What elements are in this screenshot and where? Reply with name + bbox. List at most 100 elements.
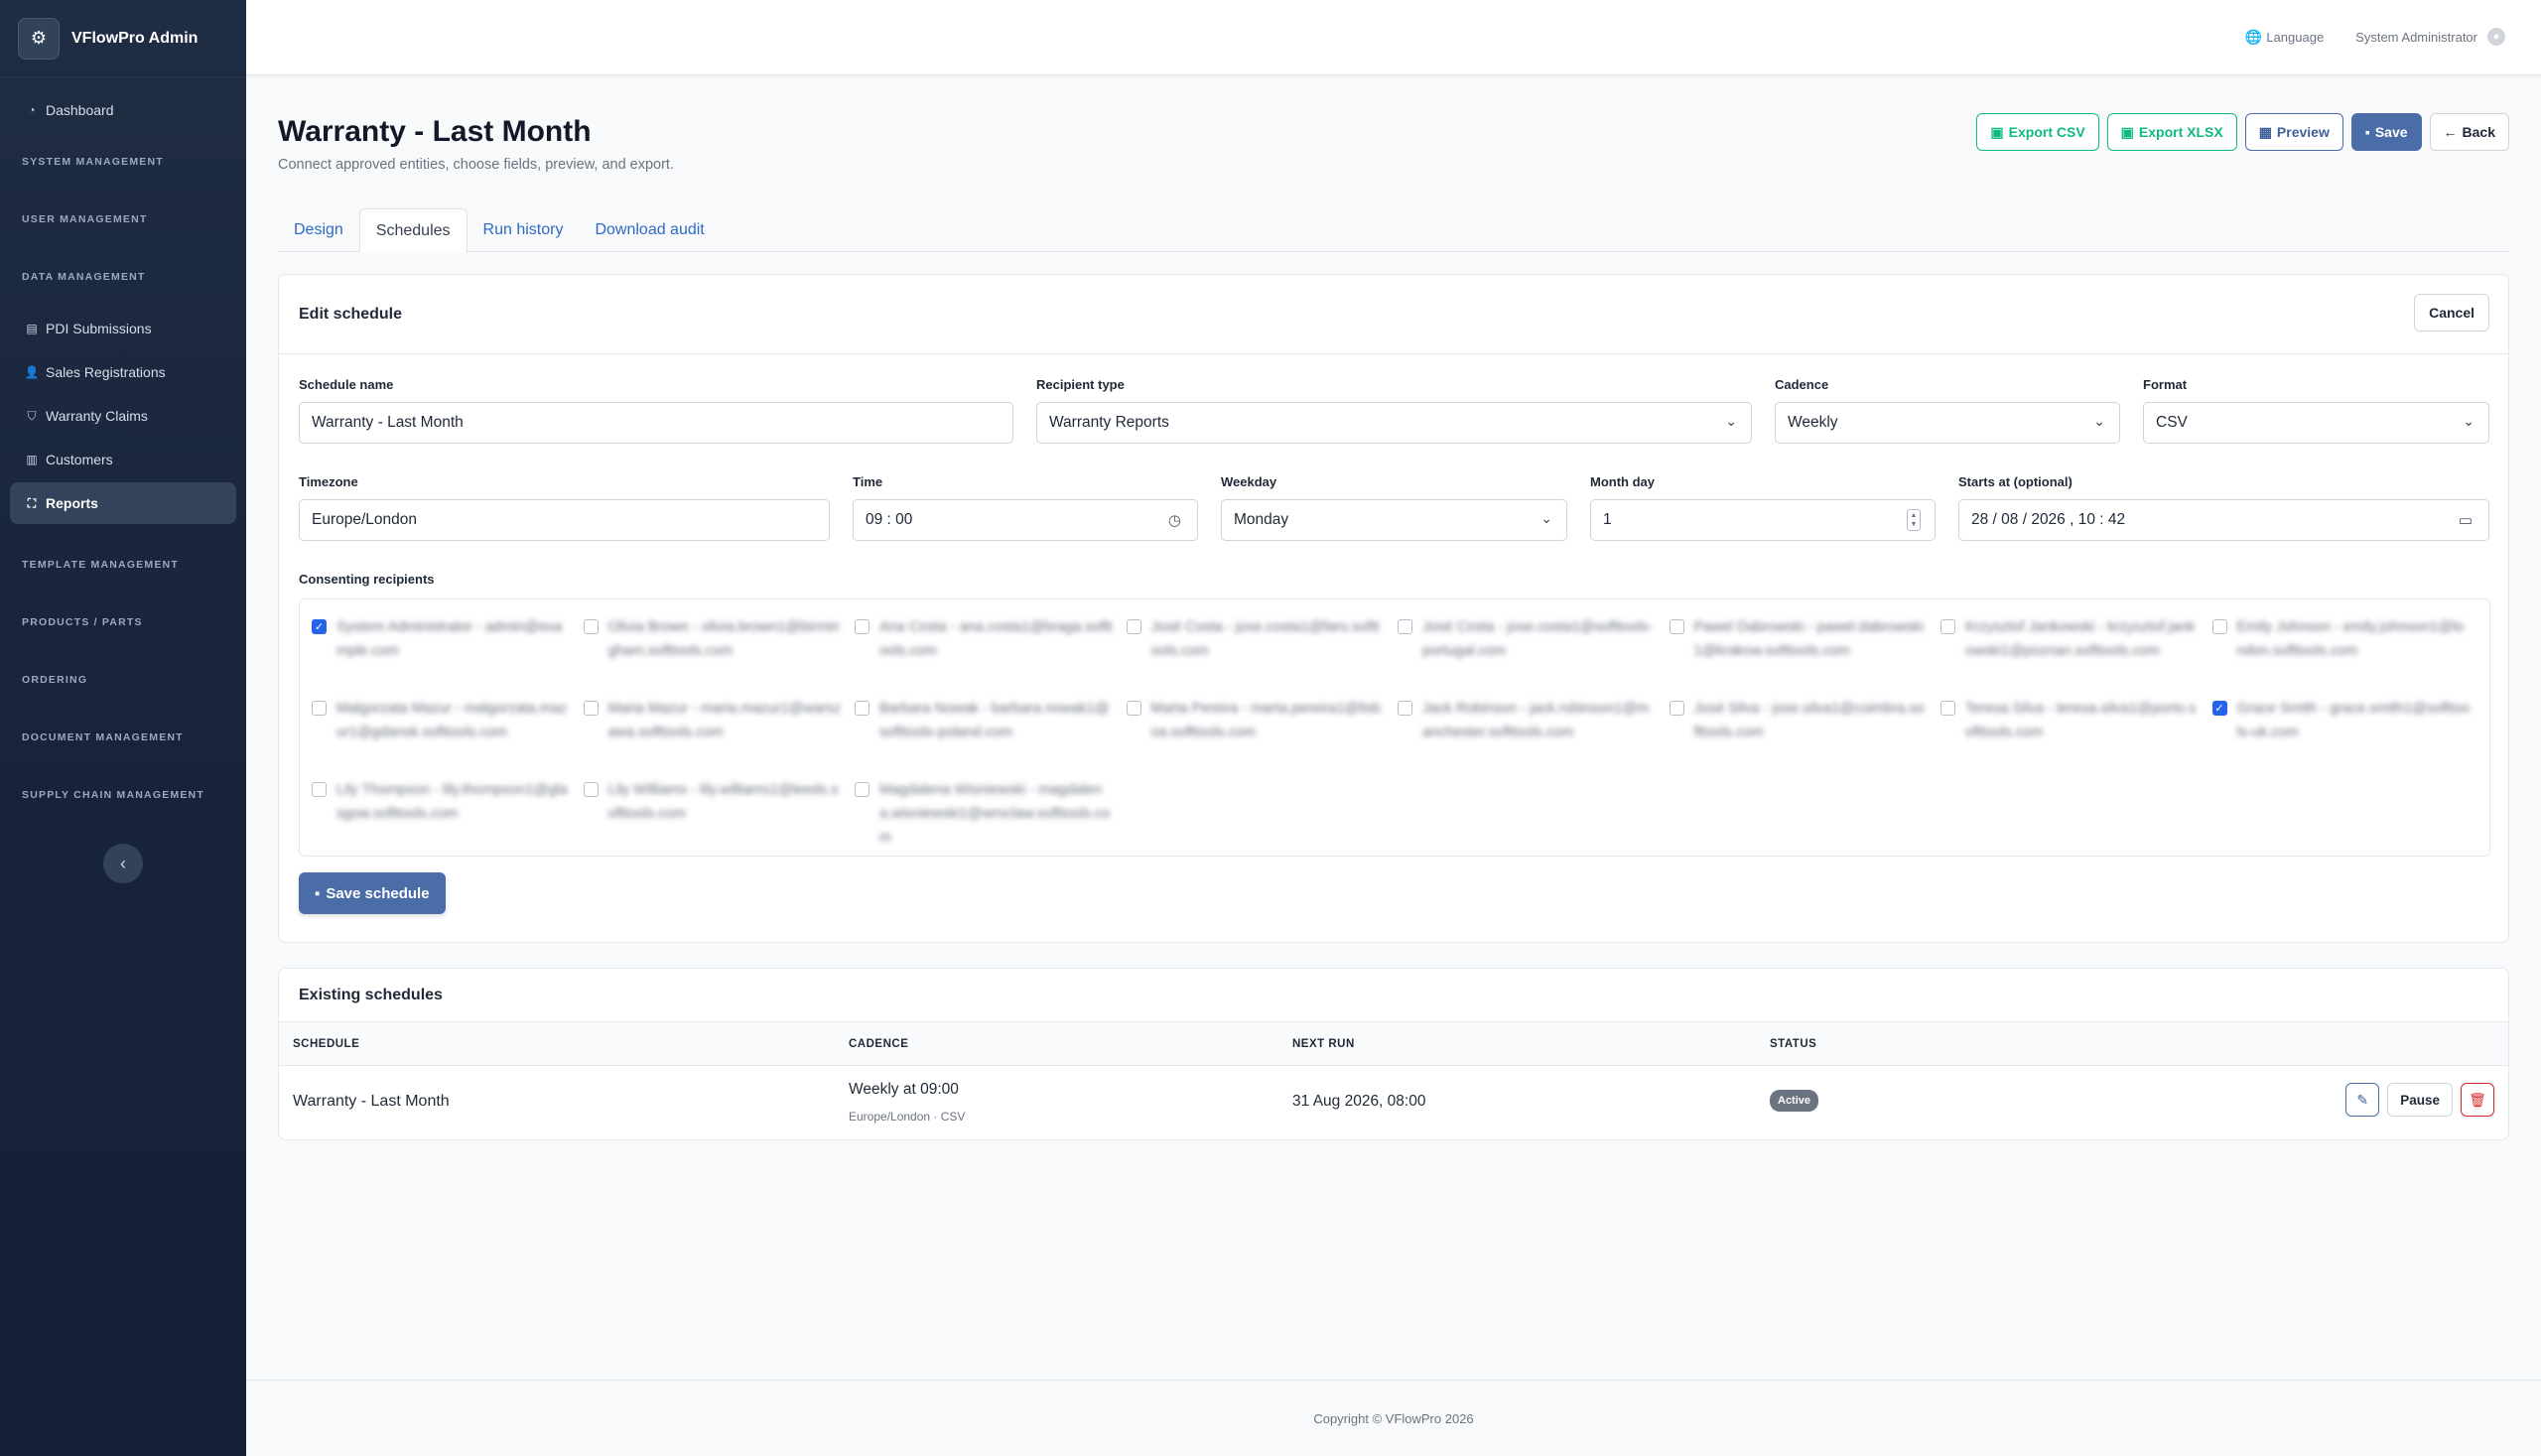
recipient-checkbox[interactable] <box>855 701 869 716</box>
save-schedule-button[interactable]: ▪ Save schedule <box>299 872 446 914</box>
recipient-checkbox[interactable] <box>583 619 599 634</box>
shield-icon: ⛉ <box>27 408 37 423</box>
month-day-input[interactable]: 1 ▲ ▼ <box>1590 499 1936 541</box>
input-value: 09 : 00 <box>866 511 913 528</box>
recipient-item[interactable]: José Silva - jose.silva1@coimbra.softtoo… <box>1669 697 1928 774</box>
weekday-select[interactable]: Monday ⌄ <box>1221 499 1567 541</box>
sidebar-item-pdi-submissions[interactable]: ▤ PDI Submissions <box>10 308 236 349</box>
sidebar-section-template[interactable]: TEMPLATE MANAGEMENT <box>0 536 246 594</box>
sidebar-item-customers[interactable]: ▥ Customers <box>10 439 236 480</box>
recipient-item[interactable]: Olivia Brown - olivia.brown1@birmingham.… <box>583 615 842 693</box>
recipient-type-select[interactable]: Warranty Reports ⌄ <box>1036 402 1752 444</box>
recipient-item[interactable]: Krzysztof Jankowski - krzysztof.jankowsk… <box>1940 615 2199 693</box>
clock-icon[interactable]: ◷ <box>1168 511 1181 529</box>
button-label: Back <box>2462 124 2495 140</box>
calendar-icon[interactable]: ▭ <box>2459 511 2473 529</box>
starts-at-input[interactable]: 28 / 08 / 2026 , 10 : 42 ▭ <box>1958 499 2489 541</box>
input-value: Warranty - Last Month <box>312 414 464 431</box>
sidebar-section-data[interactable]: DATA MANAGEMENT <box>0 248 246 306</box>
recipient-checkbox[interactable] <box>583 701 599 716</box>
recipient-checkbox[interactable] <box>583 782 599 797</box>
timezone-input[interactable]: Europe/London <box>299 499 830 541</box>
recipient-item[interactable]: Pawel Dabrowski - pawel.dabrowski1@krako… <box>1669 615 1928 693</box>
user-menu[interactable]: System Administrator <box>2355 30 2477 45</box>
recipient-checkbox[interactable] <box>1398 619 1412 634</box>
chevron-left-icon: ‹ <box>120 853 126 873</box>
sidebar-section-ordering[interactable]: ORDERING <box>0 651 246 709</box>
recipient-checkbox[interactable] <box>1669 619 1684 634</box>
chevron-down-icon: ⌄ <box>1540 510 1552 526</box>
next-run-cell: 31 Aug 2026, 08:00 <box>1292 1093 1426 1110</box>
recipient-checkbox[interactable]: ✓ <box>312 619 327 634</box>
recipient-checkbox[interactable] <box>1940 701 1955 716</box>
sidebar-item-label: Sales Registrations <box>46 364 166 380</box>
cadence-select[interactable]: Weekly ⌄ <box>1775 402 2120 444</box>
sidebar-section-user[interactable]: USER MANAGEMENT <box>0 191 246 248</box>
recipient-checkbox[interactable]: ✓ <box>2211 701 2227 716</box>
collapse-sidebar-button[interactable]: ‹ <box>103 844 143 883</box>
recipient-item[interactable]: José Costa - jose.costa1@softtools-portu… <box>1398 615 1656 693</box>
recipient-checkbox[interactable] <box>855 782 869 797</box>
edit-button[interactable]: ✎ <box>2345 1083 2380 1117</box>
save-button[interactable]: ▪ Save <box>2350 113 2422 151</box>
cancel-button[interactable]: Cancel <box>2414 294 2489 331</box>
recipient-item[interactable]: Lily Thompson - lily.thompson1@glasgow.s… <box>312 778 570 856</box>
edit-schedule-card: Edit schedule Cancel Schedule name Warra… <box>278 274 2509 943</box>
recipient-item[interactable]: Barbara Nowak - barbara.nowak1@softtools… <box>855 697 1113 774</box>
recipient-checkbox[interactable] <box>1126 701 1141 716</box>
recipient-item[interactable]: Magdalena Wisniewski - magdalena.wisniew… <box>855 778 1113 856</box>
button-label: Export CSV <box>2008 124 2085 140</box>
column-schedule: SCHEDULE <box>293 1038 360 1050</box>
recipient-checkbox[interactable] <box>1126 619 1141 634</box>
number-spinner[interactable]: ▲ ▼ <box>1907 509 1921 531</box>
recipient-label: System Administrator - admin@example.com <box>336 619 563 659</box>
sidebar-section-document[interactable]: DOCUMENT MANAGEMENT <box>0 709 246 766</box>
sidebar-item-sales-registrations[interactable]: 👤 Sales Registrations <box>10 351 236 393</box>
sidebar-item-dashboard[interactable]: ◔ Dashboard <box>10 89 236 131</box>
pause-button[interactable]: Pause <box>2387 1083 2453 1117</box>
diagram-icon: ⛶ <box>27 495 37 510</box>
recipient-item[interactable]: José Costa - jose.costa1@faro.softtools.… <box>1126 615 1385 693</box>
time-input[interactable]: 09 : 00 ◷ <box>853 499 1198 541</box>
recipient-item[interactable]: Emily Johnson - emily.johnson1@london.so… <box>2211 615 2471 693</box>
recipient-item[interactable]: ✓ Grace Smith - grace.smith1@softtools-uk… <box>2211 697 2471 774</box>
format-select[interactable]: CSV ⌄ <box>2143 402 2489 444</box>
recipient-item[interactable]: Maria Mazur - maria.mazur1@warszawa.soft… <box>583 697 842 774</box>
sidebar-section-supply[interactable]: SUPPLY CHAIN MANAGEMENT <box>0 766 246 824</box>
recipient-checkbox[interactable] <box>1940 619 1955 634</box>
schedule-name-input[interactable]: Warranty - Last Month <box>299 402 1013 444</box>
status-badge: Active <box>1770 1090 1819 1112</box>
input-value: 28 / 08 / 2026 , 10 : 42 <box>1971 511 2126 528</box>
avatar[interactable]: ● <box>2487 28 2505 46</box>
recipient-checkbox[interactable] <box>1669 701 1684 716</box>
recipient-item[interactable]: Jack Robinson - jack.robinson1@mancheste… <box>1398 697 1656 774</box>
back-button[interactable]: ← Back <box>2429 113 2509 151</box>
recipient-item[interactable]: ✓ System Administrator - admin@example.co… <box>312 615 570 693</box>
sidebar-item-reports[interactable]: ⛶ Reports <box>10 482 236 524</box>
export-xlsx-button[interactable]: ▣ Export XLSX <box>2106 113 2237 151</box>
tab-schedules[interactable]: Schedules <box>358 208 468 253</box>
tab-design[interactable]: Design <box>278 208 359 252</box>
sidebar-section-products[interactable]: PRODUCTS / PARTS <box>0 594 246 651</box>
recipient-checkbox[interactable] <box>312 782 327 797</box>
tab-run-history[interactable]: Run history <box>468 208 580 252</box>
recipient-item[interactable]: Lily Williams - lily.williams1@leeds.sof… <box>583 778 842 856</box>
recipient-checkbox[interactable] <box>312 701 327 716</box>
recipient-item[interactable]: Malgorzata Mazur - malgorzata.mazur1@gda… <box>312 697 570 774</box>
row-actions: ✎ Pause 🗑 <box>2345 1083 2494 1117</box>
recipient-checkbox[interactable] <box>2211 619 2227 634</box>
brand[interactable]: ⚙ VFlowPro Admin <box>0 0 246 77</box>
recipient-item[interactable]: Teresa Silva - teresa.silva1@porto.softt… <box>1940 697 2199 774</box>
delete-button[interactable]: 🗑 <box>2461 1083 2494 1117</box>
language-selector[interactable]: 🌐 Language <box>2245 29 2324 46</box>
sidebar-section-system[interactable]: SYSTEM MANAGEMENT <box>0 133 246 191</box>
recipient-label: Emily Johnson - emily.johnson1@london.so… <box>2236 619 2465 659</box>
sidebar-item-warranty-claims[interactable]: ⛉ Warranty Claims <box>10 395 236 437</box>
preview-button[interactable]: ▦ Preview <box>2244 113 2343 151</box>
tab-download-audit[interactable]: Download audit <box>579 208 720 252</box>
export-csv-button[interactable]: ▣ Export CSV <box>1976 113 2099 151</box>
recipient-item[interactable]: Ana Costa - ana.costa1@braga.softtools.c… <box>855 615 1113 693</box>
recipient-checkbox[interactable] <box>855 619 869 634</box>
recipient-checkbox[interactable] <box>1398 701 1412 716</box>
recipient-item[interactable]: Marta Pereira - marta.pereira1@lisboa.so… <box>1126 697 1385 774</box>
